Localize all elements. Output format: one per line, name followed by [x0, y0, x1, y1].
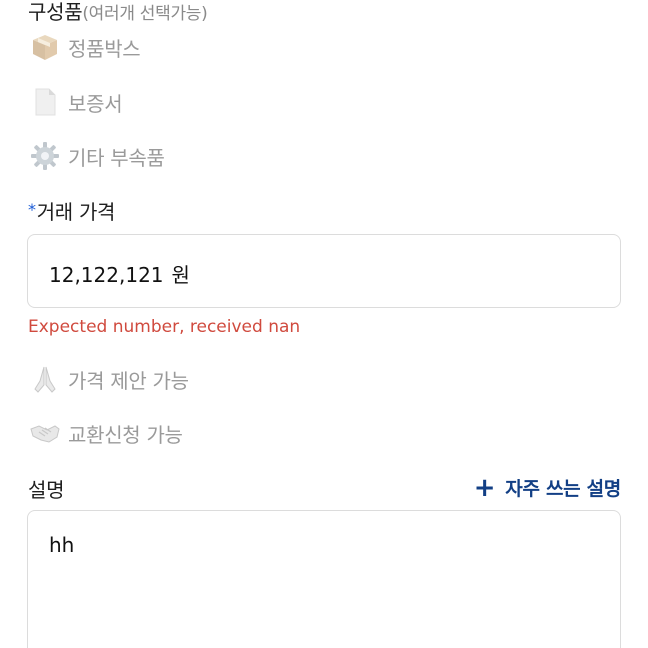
folded-hands-icon — [28, 362, 62, 396]
components-title-text: 구성품 — [28, 0, 83, 24]
description-value: hh — [49, 533, 75, 557]
gear-icon — [28, 139, 62, 173]
option-label: 교환신청 가능 — [68, 422, 183, 447]
price-error-message: Expected number, received nan — [28, 317, 301, 337]
option-original-box[interactable]: 정품박스 — [28, 30, 141, 64]
option-exchange[interactable]: 교환신청 가능 — [28, 416, 183, 450]
price-value[interactable]: 12,122,121 원 — [49, 259, 190, 288]
option-price-offer[interactable]: 가격 제안 가능 — [28, 362, 189, 396]
price-title-text: 거래 가격 — [36, 200, 116, 224]
option-label: 가격 제안 가능 — [68, 368, 189, 393]
option-label: 정품박스 — [68, 36, 141, 61]
option-accessories[interactable]: 기타 부속품 — [28, 139, 165, 173]
description-textarea[interactable]: hh — [27, 510, 621, 648]
components-title: 구성품(여러개 선택가능) — [28, 0, 208, 25]
description-title: 설명 — [28, 478, 65, 502]
price-unit: 원 — [171, 263, 190, 287]
price-title: *거래 가격 — [28, 196, 115, 225]
option-label: 기타 부속품 — [68, 145, 165, 170]
frequent-description-label: 자주 쓰는 설명 — [505, 478, 621, 500]
required-mark: * — [28, 200, 36, 219]
handshake-icon — [28, 416, 62, 450]
package-icon — [28, 30, 62, 64]
option-warranty[interactable]: 보증서 — [28, 85, 123, 119]
option-label: 보증서 — [68, 91, 123, 116]
frequent-description-button[interactable]: + 자주 쓰는 설명 — [473, 472, 622, 503]
document-icon — [28, 85, 62, 119]
price-number: 12,122,121 — [49, 263, 164, 287]
components-subtitle: (여러개 선택가능) — [82, 4, 208, 24]
price-input[interactable]: 12,122,121 원 — [27, 234, 621, 308]
plus-icon: + — [473, 472, 496, 503]
